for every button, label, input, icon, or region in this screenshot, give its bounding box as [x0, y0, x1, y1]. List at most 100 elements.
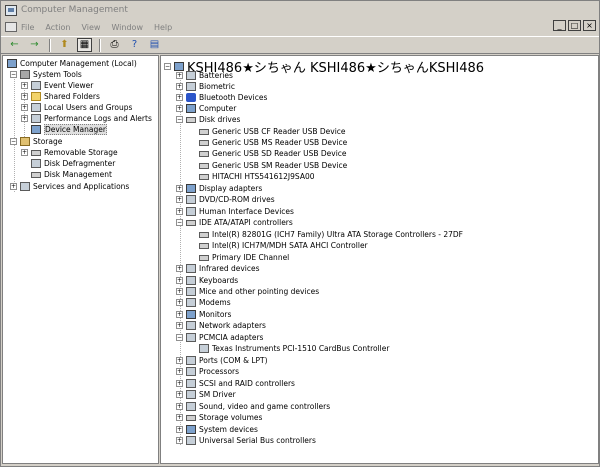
title-bar[interactable]: Computer Management	[1, 1, 599, 19]
tree-item-shared-folders[interactable]: + Shared Folders	[21, 91, 100, 102]
expand-icon[interactable]: +	[176, 277, 183, 284]
expand-icon[interactable]: +	[21, 115, 28, 122]
menu-file[interactable]: File	[21, 23, 34, 32]
tree-item-disk-defragmenter[interactable]: Disk Defragmenter	[21, 158, 115, 169]
expand-icon[interactable]: +	[176, 391, 183, 398]
tree-item-services-apps[interactable]: + Services and Applications	[10, 181, 129, 192]
properties-button[interactable]: ▤	[147, 38, 162, 52]
expand-icon[interactable]: +	[176, 322, 183, 329]
print-button[interactable]: ⎙	[107, 38, 122, 52]
category-system-devices[interactable]: + System devices	[176, 424, 258, 435]
mdi-document-icon[interactable]	[5, 22, 17, 32]
category-batteries[interactable]: + Batteries	[176, 70, 233, 81]
minimize-button[interactable]: _	[553, 20, 566, 31]
category-ide[interactable]: − IDE ATA/ATAPI controllers	[176, 217, 293, 228]
expand-icon[interactable]: +	[21, 93, 28, 100]
tree-item-storage[interactable]: − Storage	[10, 136, 62, 147]
category-keyboards[interactable]: + Keyboards	[176, 275, 238, 286]
category-biometric[interactable]: + Biometric	[176, 81, 235, 92]
expand-icon[interactable]: +	[176, 357, 183, 364]
tree-item-performance-logs[interactable]: + Performance Logs and Alerts	[21, 113, 152, 124]
menu-window[interactable]: Window	[111, 23, 143, 32]
category-processors[interactable]: + Processors	[176, 366, 239, 377]
toolbar-separator	[99, 38, 101, 52]
category-dvd-cd-rom[interactable]: + DVD/CD-ROM drives	[176, 194, 275, 205]
collapse-icon[interactable]: −	[10, 71, 17, 78]
category-mice[interactable]: + Mice and other pointing devices	[176, 286, 319, 297]
restore-button[interactable]: □	[568, 20, 581, 31]
device-item[interactable]: Primary IDE Channel	[199, 252, 289, 263]
up-level-button[interactable]: ⬆	[57, 38, 72, 52]
category-pcmcia[interactable]: − PCMCIA adapters	[176, 332, 263, 343]
expand-icon[interactable]: +	[176, 185, 183, 192]
category-usb[interactable]: + Universal Serial Bus controllers	[176, 435, 316, 446]
category-display-adapters[interactable]: + Display adapters	[176, 183, 262, 194]
collapse-icon[interactable]: −	[176, 219, 183, 226]
expand-icon[interactable]: +	[176, 380, 183, 387]
device-item[interactable]: Generic USB CF Reader USB Device	[199, 126, 346, 137]
category-network[interactable]: + Network adapters	[176, 320, 266, 331]
expand-icon[interactable]: +	[10, 183, 17, 190]
device-item[interactable]: Texas Instruments PCI-1510 CardBus Contr…	[199, 343, 389, 354]
category-ports[interactable]: + Ports (COM & LPT)	[176, 355, 268, 366]
device-item[interactable]: Generic USB SM Reader USB Device	[199, 160, 347, 171]
back-button[interactable]: ←	[7, 38, 22, 52]
storage-volume-icon	[186, 414, 196, 421]
category-modems[interactable]: + Modems	[176, 297, 231, 308]
expand-icon[interactable]: +	[176, 437, 183, 444]
expand-icon[interactable]: +	[21, 82, 28, 89]
category-infrared[interactable]: + Infrared devices	[176, 263, 260, 274]
category-disk-drives[interactable]: − Disk drives	[176, 114, 240, 125]
expand-icon[interactable]: +	[176, 83, 183, 90]
show-hide-tree-button[interactable]: ▦	[77, 38, 92, 52]
category-scsi[interactable]: + SCSI and RAID controllers	[176, 378, 295, 389]
category-sm-driver[interactable]: + SM Driver	[176, 389, 236, 400]
expand-icon[interactable]: +	[176, 426, 183, 433]
category-hid[interactable]: + Human Interface Devices	[176, 206, 294, 217]
tree-item-event-viewer[interactable]: + Event Viewer	[21, 80, 93, 91]
category-bluetooth[interactable]: + Bluetooth Devices	[176, 92, 267, 103]
collapse-icon[interactable]: −	[176, 334, 183, 341]
collapse-icon[interactable]: −	[176, 116, 183, 123]
expand-icon[interactable]: +	[176, 311, 183, 318]
expand-icon[interactable]: +	[176, 368, 183, 375]
menu-view[interactable]: View	[81, 23, 100, 32]
tree-item-removable-storage[interactable]: + Removable Storage	[21, 147, 118, 158]
console-tree-pane[interactable]: Computer Management (Local) − System Too…	[2, 55, 159, 464]
expand-icon[interactable]: +	[176, 403, 183, 410]
tree-item-local-users[interactable]: + Local Users and Groups	[21, 102, 132, 113]
device-item[interactable]: Intel(R) 82801G (ICH7 Family) Ultra ATA …	[199, 229, 463, 240]
forward-button[interactable]: →	[27, 38, 42, 52]
expand-icon[interactable]: +	[176, 94, 183, 101]
expand-icon[interactable]: +	[176, 72, 183, 79]
device-item[interactable]: Generic USB MS Reader USB Device	[199, 137, 347, 148]
expand-icon[interactable]: +	[176, 196, 183, 203]
expand-icon[interactable]: +	[176, 265, 183, 272]
help-button[interactable]: ?	[127, 38, 142, 52]
expand-icon[interactable]: +	[176, 288, 183, 295]
tree-item-system-tools[interactable]: − System Tools	[10, 69, 82, 80]
device-item[interactable]: HITACHI HTS541612J9SA00	[199, 171, 315, 182]
device-item[interactable]: Generic USB SD Reader USB Device	[199, 148, 347, 159]
tree-item-device-manager[interactable]: Device Manager	[21, 124, 107, 135]
expand-icon[interactable]: +	[176, 105, 183, 112]
category-sound[interactable]: + Sound, video and game controllers	[176, 401, 330, 412]
expand-icon[interactable]: +	[21, 104, 28, 111]
category-monitors[interactable]: + Monitors	[176, 309, 231, 320]
expand-icon[interactable]: +	[176, 414, 183, 421]
modem-icon	[186, 298, 196, 307]
menu-help[interactable]: Help	[154, 23, 172, 32]
expand-icon[interactable]: +	[176, 208, 183, 215]
tree-item-root[interactable]: Computer Management (Local)	[7, 58, 137, 69]
close-button[interactable]: ×	[583, 20, 596, 31]
expand-icon[interactable]: +	[21, 149, 28, 156]
device-item[interactable]: Intel(R) ICH7M/MDH SATA AHCI Controller	[199, 240, 368, 251]
device-tree-pane[interactable]: − KSHI486★シちゃん KSHI486★シちゃんKSHI486 + Batt…	[160, 55, 599, 464]
menu-action[interactable]: Action	[45, 23, 70, 32]
category-computer[interactable]: + Computer	[176, 103, 236, 114]
collapse-icon[interactable]: −	[10, 138, 17, 145]
collapse-icon[interactable]: −	[164, 62, 171, 70]
expand-icon[interactable]: +	[176, 299, 183, 306]
category-storage-volumes[interactable]: + Storage volumes	[176, 412, 262, 423]
tree-item-disk-management[interactable]: Disk Management	[21, 169, 112, 180]
